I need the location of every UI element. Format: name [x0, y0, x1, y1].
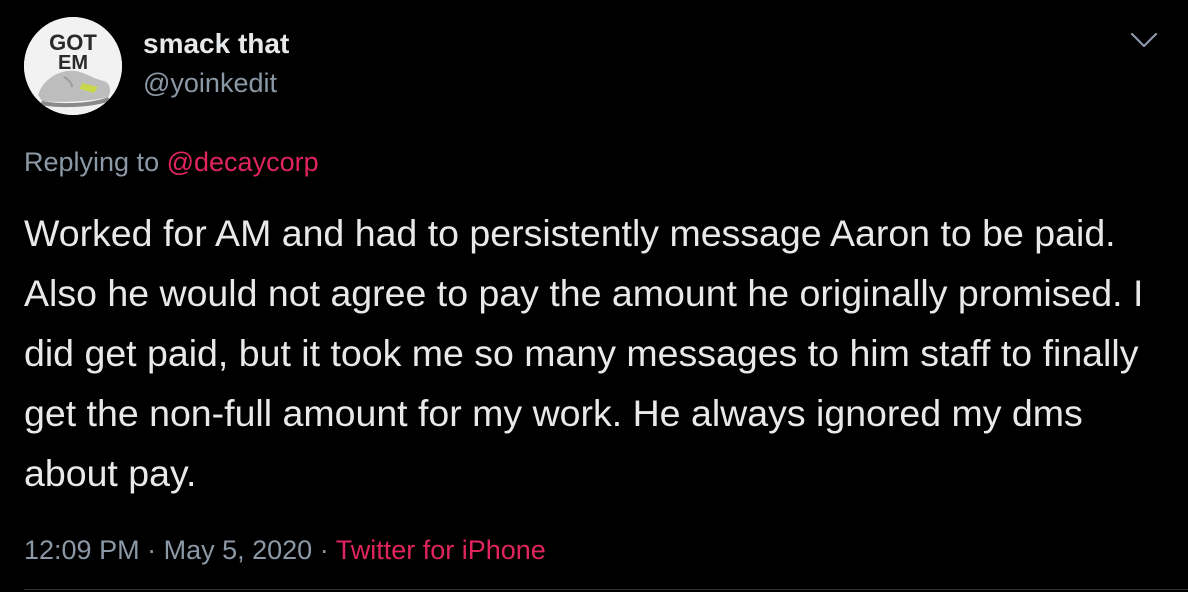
- tweet-meta: 12:09 PM · May 5, 2020 · Twitter for iPh…: [24, 532, 546, 568]
- avatar[interactable]: GOT EM: [24, 17, 122, 115]
- replying-to: Replying to @decaycorp: [24, 145, 319, 179]
- avatar-text-2: EM: [58, 52, 88, 74]
- meta-separator: ·: [147, 535, 157, 565]
- replying-to-label: Replying to: [24, 147, 160, 177]
- author-handle[interactable]: @yoinkedit: [143, 67, 277, 99]
- reply-mention-link[interactable]: @decaycorp: [167, 147, 319, 177]
- tweet-time[interactable]: 12:09 PM: [24, 535, 140, 565]
- tweet-date[interactable]: May 5, 2020: [164, 535, 313, 565]
- divider: [24, 589, 1188, 590]
- tweet-source-link[interactable]: Twitter for iPhone: [336, 535, 546, 565]
- avatar-image: GOT EM: [24, 17, 122, 115]
- author-display-name[interactable]: smack that: [143, 27, 289, 61]
- tweet-text: Worked for AM and had to persistently me…: [24, 212, 1144, 494]
- meta-separator: ·: [319, 535, 329, 565]
- chevron-down-icon[interactable]: [1128, 28, 1160, 52]
- tweet-card: GOT EM smack that @yoinkedit Replying to…: [0, 0, 1188, 592]
